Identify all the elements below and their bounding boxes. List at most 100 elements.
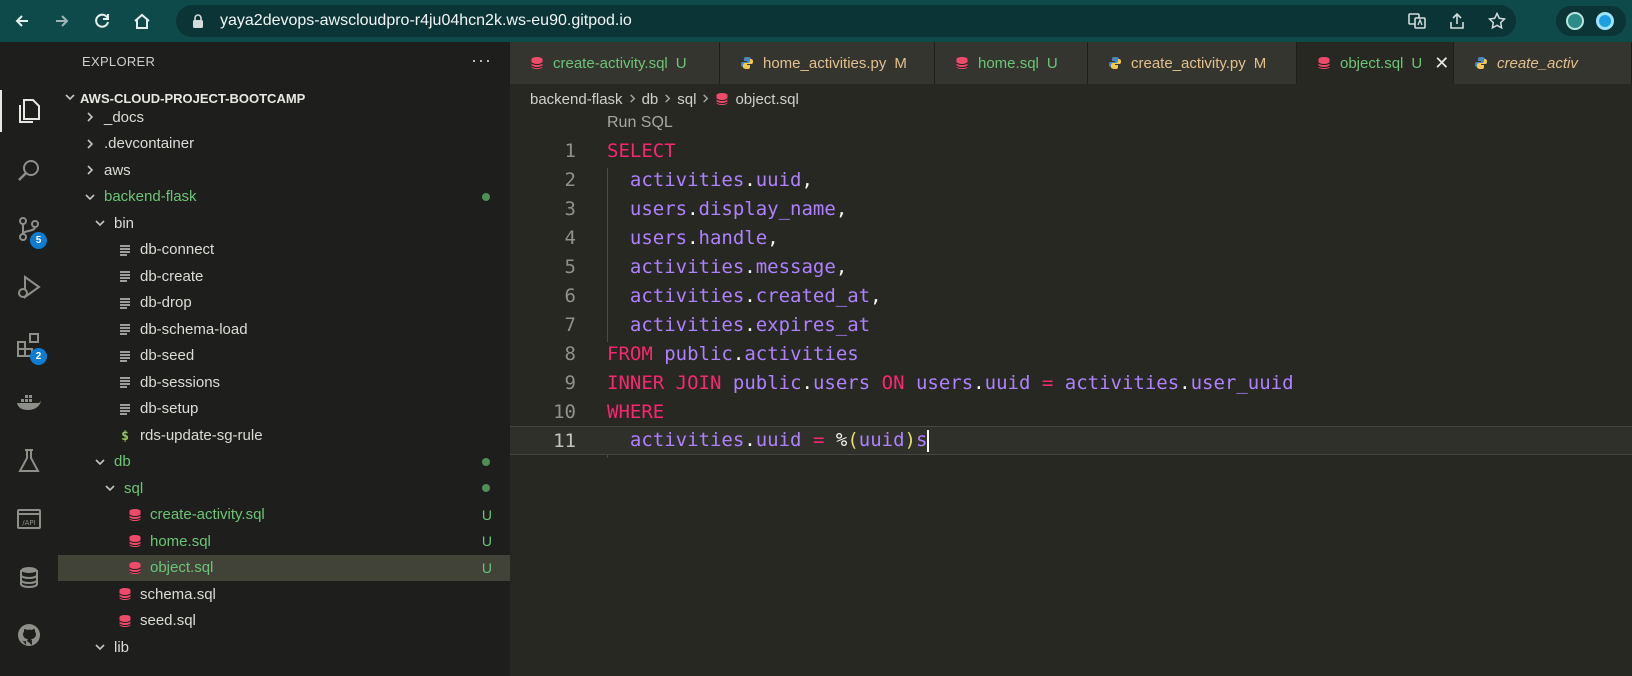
tree-folder[interactable]: db	[58, 449, 510, 476]
code-line[interactable]: 5 activities.message,	[510, 252, 1632, 281]
code-line[interactable]: 11 activities.uuid = %(uuid)s	[510, 426, 1632, 455]
tree-item-label: db-connect	[140, 241, 215, 259]
tree-item-label: db	[114, 453, 131, 471]
breadcrumb-item[interactable]: object.sql	[735, 91, 798, 108]
python-file-icon	[740, 56, 755, 71]
run-sql-codelens[interactable]: Run SQL	[607, 114, 673, 132]
tree-item-label: db-create	[140, 267, 204, 285]
home-icon	[134, 13, 150, 29]
testing-icon[interactable]	[0, 434, 58, 488]
tree-item-label: sql	[124, 479, 144, 497]
tree-file[interactable]: $ rds-update-sg-rule	[58, 422, 510, 449]
explorer-icon[interactable]	[0, 84, 58, 138]
script-glyph-icon	[120, 298, 130, 309]
database-file-icon	[128, 561, 142, 575]
line-number: 2	[564, 168, 576, 191]
code-line[interactable]: 7 activities.expires_at	[510, 310, 1632, 339]
database-file-icon	[118, 587, 132, 601]
close-tab-icon[interactable]: ✕	[1434, 53, 1449, 74]
back-button[interactable]	[4, 3, 40, 39]
sql-glyph-icon	[119, 614, 131, 627]
modified-dot-icon	[482, 192, 490, 201]
search-icon[interactable]	[0, 144, 58, 198]
sql-glyph-icon	[129, 561, 141, 574]
script-glyph-icon	[120, 351, 130, 362]
tree-folder[interactable]: .devcontainer	[58, 131, 510, 158]
address-bar[interactable]: yaya2devops-awscloudpro-r4ju04hcn2k.ws-e…	[176, 5, 1516, 37]
tree-folder[interactable]: lib	[58, 634, 510, 661]
breadcrumb-item[interactable]: sql	[677, 91, 696, 108]
tab-label: create_activ	[1497, 54, 1578, 72]
forward-button[interactable]	[44, 3, 80, 39]
tree-file[interactable]: db-setup	[58, 396, 510, 423]
editor-tab[interactable]: create_activity.py M	[1088, 42, 1297, 84]
tree-file[interactable]: create-activity.sql U	[58, 502, 510, 529]
code-line[interactable]: 9 INNER JOIN public.users ON users.uuid =…	[510, 368, 1632, 397]
api-icon[interactable]: /API	[0, 492, 58, 546]
script-glyph-icon	[120, 245, 130, 256]
arrow-right-icon	[56, 15, 69, 27]
profile-icon[interactable]	[1596, 12, 1614, 30]
breadcrumb-item[interactable]: backend-flask	[530, 91, 623, 108]
chevron-down-icon	[82, 189, 98, 205]
code-line[interactable]: 2 activities.uuid,	[510, 165, 1632, 194]
reload-button[interactable]	[84, 3, 120, 39]
activity-bar: 5 2 /API	[0, 42, 58, 676]
tree-file[interactable]: db-create	[58, 263, 510, 290]
editor-tab[interactable]: object.sql U ✕	[1297, 42, 1454, 84]
tree-folder[interactable]: sql	[58, 475, 510, 502]
script-glyph-icon	[120, 377, 130, 388]
code-editor[interactable]: Run SQL 1 SELECT 2 activities.uuid, 3 users…	[510, 110, 1632, 676]
tree-folder[interactable]: aws	[58, 157, 510, 184]
tree-item-label: .devcontainer	[104, 135, 195, 153]
extensions-pill	[1556, 6, 1626, 36]
tree-folder[interactable]: backend-flask	[58, 184, 510, 211]
sql-glyph-icon	[119, 588, 131, 601]
git-status-badge: U	[481, 559, 492, 576]
git-status-badge: U	[481, 506, 492, 523]
sql-glyph-icon	[716, 93, 729, 105]
editor-tab[interactable]: home_activities.py M	[720, 42, 935, 84]
editor-tab[interactable]: home.sql U	[935, 42, 1088, 84]
tree-item-label: db-setup	[140, 400, 199, 418]
code-line[interactable]: 8 FROM public.activities	[510, 339, 1632, 368]
editor-tab[interactable]: create_activ	[1454, 42, 1632, 84]
extensions-icon[interactable]: 2	[0, 318, 58, 372]
breadcrumb-item[interactable]: db	[642, 91, 659, 108]
line-number: 5	[564, 255, 576, 278]
tree-file[interactable]: db-schema-load	[58, 316, 510, 343]
database-icon[interactable]	[0, 550, 58, 604]
tree-file[interactable]: db-connect	[58, 237, 510, 264]
translate-icon[interactable]	[1408, 12, 1426, 30]
script-glyph-icon	[120, 404, 130, 415]
tree-file[interactable]: home.sql U	[58, 528, 510, 555]
tree-file[interactable]: db-seed	[58, 343, 510, 370]
run-debug-icon[interactable]	[0, 260, 58, 314]
code-line[interactable]: 6 activities.created_at,	[510, 281, 1632, 310]
chevron-right-icon	[82, 162, 98, 178]
code-line[interactable]: 4 users.handle,	[510, 223, 1632, 252]
tree-folder[interactable]: _docs	[58, 104, 510, 131]
source-control-icon[interactable]: 5	[0, 202, 58, 256]
code-line[interactable]: 10 WHERE	[510, 397, 1632, 426]
code-line[interactable]: 3 users.display_name,	[510, 194, 1632, 223]
tree-file[interactable]: seed.sql	[58, 608, 510, 635]
tree-file[interactable]: schema.sql	[58, 581, 510, 608]
github-icon[interactable]	[0, 608, 58, 662]
bookmark-star-icon[interactable]	[1488, 12, 1506, 30]
database-file-icon	[955, 56, 970, 71]
code-line[interactable]: 1 SELECT	[510, 136, 1632, 165]
home-button[interactable]	[124, 3, 160, 39]
editor-tab[interactable]: create-activity.sql U	[510, 42, 720, 84]
share-icon[interactable]	[1448, 12, 1466, 30]
sql-glyph-icon	[956, 57, 968, 69]
tree-file[interactable]: db-sessions	[58, 369, 510, 396]
tree-file[interactable]: object.sql U	[58, 554, 510, 581]
extension-icon[interactable]	[1566, 12, 1584, 30]
code-text: SELECT	[607, 139, 676, 162]
tree-folder[interactable]: bin	[58, 210, 510, 237]
tree-file[interactable]: db-drop	[58, 290, 510, 317]
line-number: 11	[553, 429, 576, 452]
more-actions-icon[interactable]: ···	[471, 50, 492, 71]
docker-icon[interactable]	[0, 376, 58, 430]
